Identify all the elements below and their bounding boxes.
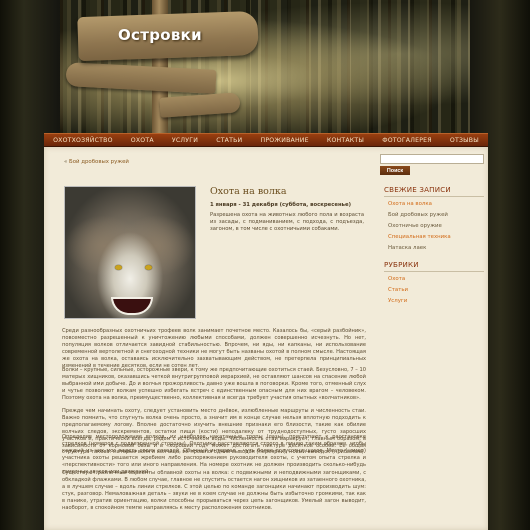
wolf-eye xyxy=(145,265,152,270)
recent-posts-heading: СВЕЖИЕ ЗАПИСИ xyxy=(384,185,451,194)
rubrics-heading: РУБРИКИ xyxy=(384,260,419,269)
main-column: « Бой дробовых ружей Охота на волка 1 ян… xyxy=(60,152,368,530)
search-input[interactable] xyxy=(380,154,484,164)
post-title: Охота на волка xyxy=(210,186,287,197)
nav-item-services[interactable]: УСЛУГИ xyxy=(172,137,198,144)
breadcrumb: « Бой дробовых ружей xyxy=(64,159,129,165)
site-title[interactable]: Островки xyxy=(118,26,202,44)
recent-post-link[interactable]: Охота на волка xyxy=(388,201,432,207)
wolf-mouth xyxy=(111,297,153,315)
sidebar: Поиск СВЕЖИЕ ЗАПИСИ Охота на волка Бой д… xyxy=(376,152,488,530)
post-paragraph: Существуют различные варианты облавной о… xyxy=(62,470,366,511)
breadcrumb-arrow: « xyxy=(64,159,68,165)
wolf-photo xyxy=(64,186,196,319)
post-paragraph: Волки – крупные, сильные, осторожные зве… xyxy=(62,367,366,401)
nav-item-gallery[interactable]: ФОТОГАЛЕРЕЯ xyxy=(382,137,432,144)
nav-item-accommodation[interactable]: ПРОЖИВАНИЕ xyxy=(261,137,309,144)
nav-item-reviews[interactable]: ОТЗЫВЫ xyxy=(450,137,479,144)
post-intro: Разрешена охота на животных любого пола … xyxy=(210,212,364,233)
nav-item-hunting-farm[interactable]: ОХОТХОЗЯЙСТВО xyxy=(53,137,113,144)
nav-item-hunting[interactable]: ОХОТА xyxy=(131,137,154,144)
post-date: 1 января - 31 декабря (суббота, воскресе… xyxy=(210,202,352,208)
page-background: Островки ОХОТХОЗЯЙСТВО ОХОТА УСЛУГИ СТАТ… xyxy=(0,0,530,530)
post-paragraph: Среди разнообразных охотничьих трофеев в… xyxy=(62,328,366,369)
recent-post-link[interactable]: Специальная техника xyxy=(388,234,451,240)
rubric-link[interactable]: Охота xyxy=(388,276,405,282)
main-navigation: ОХОТХОЗЯЙСТВО ОХОТА УСЛУГИ СТАТЬИ ПРОЖИВ… xyxy=(44,133,488,147)
rubric-link[interactable]: Статьи xyxy=(388,287,408,293)
recent-post-link[interactable]: Натаска лаек xyxy=(388,245,426,251)
nav-item-articles[interactable]: СТАТЬИ xyxy=(216,137,242,144)
recent-post-link[interactable]: Охотничье оружие xyxy=(388,223,442,229)
search-button[interactable]: Поиск xyxy=(380,166,410,175)
recent-post-link[interactable]: Бой дробовых ружей xyxy=(388,212,448,218)
wolf-eye xyxy=(115,265,122,270)
divider xyxy=(384,271,484,272)
divider xyxy=(384,196,484,197)
previous-post-link[interactable]: Бой дробовых ружей xyxy=(69,159,129,165)
rubric-link[interactable]: Услуги xyxy=(388,298,407,304)
nav-item-contacts[interactable]: КОНТАКТЫ xyxy=(327,137,364,144)
